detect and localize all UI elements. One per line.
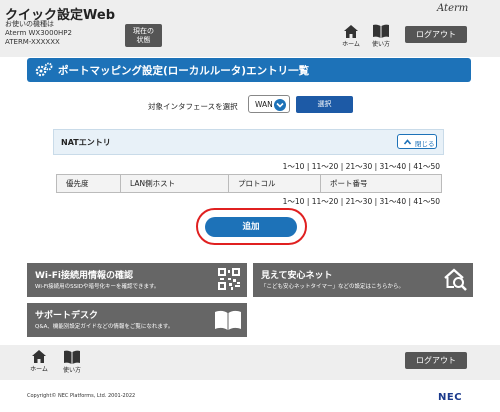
safety-net-card[interactable]: 見えて安心ネット 「こども安心ネットタイマー」などの設定はこちらから。	[253, 263, 473, 297]
pager-separator: |	[304, 197, 312, 206]
page-title: ポートマッピング設定(ローカルルータ)エントリ一覧	[58, 65, 310, 77]
wifi-card-title: Wi-Fi接続用情報の確認	[35, 271, 133, 281]
collapse-button[interactable]: 閉じる	[397, 134, 437, 149]
logout-button[interactable]: ログアウト	[405, 26, 467, 43]
nec-logo: NEC	[438, 392, 463, 403]
interface-select[interactable]: WAN	[248, 95, 290, 113]
home-icon	[344, 25, 358, 38]
collapse-label: 閉じる	[415, 140, 435, 148]
add-button[interactable]: 追加	[205, 217, 297, 237]
device-label: お使いの機種は	[5, 20, 54, 28]
column-lan-host: LAN側ホスト	[120, 174, 229, 193]
wifi-card-subtitle: Wi-Fi接続用のSSIDや暗号化キーを確認できます。	[35, 284, 160, 290]
pager-separator: |	[338, 162, 346, 171]
page-link-31-40[interactable]: 31～40	[380, 197, 407, 206]
footer-nav: ホーム 使い方 ログアウト	[0, 345, 500, 380]
support-card-subtitle: Q&A、機能別設定ガイドなどの情報をご覧になれます。	[35, 324, 174, 330]
table-header-row: 優先度 LAN側ホスト プロトコル ポート番号	[56, 174, 442, 193]
home-nav[interactable]: ホーム	[340, 25, 362, 48]
page-link-1-10[interactable]: 1～10	[283, 197, 305, 206]
gear-icon	[35, 62, 53, 77]
chevron-up-icon	[403, 139, 412, 145]
safety-card-subtitle: 「こども安心ネットタイマー」などの設定はこちらから。	[261, 284, 405, 290]
home-label: ホーム	[342, 41, 360, 48]
wifi-info-card[interactable]: Wi-Fi接続用情報の確認 Wi-Fi接続用のSSIDや暗号化キーを確認できます…	[27, 263, 247, 297]
pager-separator: |	[372, 197, 380, 206]
page-title-bar: ポートマッピング設定(ローカルルータ)エントリ一覧	[27, 58, 471, 82]
footer-help-label: 使い方	[62, 367, 81, 374]
page-link-21-30[interactable]: 21～30	[346, 162, 373, 171]
header: クイック設定Web お使いの機種は Aterm WX3000HP2 ATERM-…	[0, 0, 500, 57]
brand-logo: Aterm	[437, 3, 469, 14]
pager-separator: |	[304, 162, 312, 171]
support-desk-card[interactable]: サポートデスク Q&A、機能別設定ガイドなどの情報をご覧になれます。	[27, 303, 247, 337]
help-nav[interactable]: 使い方	[369, 24, 393, 48]
book-icon	[373, 24, 389, 38]
column-protocol: プロトコル	[228, 174, 321, 193]
page-link-41-50[interactable]: 41～50	[413, 197, 440, 206]
nat-entry-panel: NATエントリ 閉じる	[53, 129, 444, 155]
status-button-line1: 現在の	[133, 27, 154, 35]
status-button-line2: 状態	[136, 36, 151, 44]
pager-separator: |	[372, 162, 380, 171]
help-label: 使い方	[371, 41, 390, 48]
pager-top: 1～10 | 11～20 | 21～30 | 31～40 | 41～50	[283, 161, 440, 172]
interface-select-button[interactable]: 選択	[296, 96, 353, 113]
footer-home-nav[interactable]: ホーム	[28, 350, 50, 373]
page-link-11-20[interactable]: 11～20	[312, 197, 339, 206]
page-link-21-30[interactable]: 21～30	[346, 197, 373, 206]
interface-select-value: WAN	[255, 100, 273, 109]
footer-logout-button[interactable]: ログアウト	[405, 352, 467, 369]
safety-card-title: 見えて安心ネット	[261, 271, 333, 281]
house-search-icon	[444, 268, 467, 291]
open-book-icon	[215, 310, 241, 330]
page-link-1-10[interactable]: 1～10	[283, 162, 305, 171]
copyright: Copyright© NEC Platforms, Ltd. 2001-2022	[27, 393, 136, 399]
column-port-number: ポート番号	[320, 174, 442, 193]
nat-entry-title: NATエントリ	[61, 138, 111, 147]
pager-bottom: 1～10 | 11～20 | 21～30 | 31～40 | 41～50	[283, 196, 440, 207]
current-status-button[interactable]: 現在の 状態	[125, 24, 162, 47]
page-link-31-40[interactable]: 31～40	[380, 162, 407, 171]
qr-code-icon	[218, 268, 240, 290]
interface-label: 対象インタフェースを選択	[148, 102, 238, 111]
pager-separator: |	[338, 197, 346, 206]
page-link-11-20[interactable]: 11～20	[312, 162, 339, 171]
device-name: ATERM-XXXXXX	[5, 38, 60, 46]
book-icon	[64, 350, 80, 364]
support-card-title: サポートデスク	[35, 311, 99, 321]
chevron-down-icon	[274, 99, 286, 111]
home-icon	[32, 350, 46, 363]
footer-help-nav[interactable]: 使い方	[60, 350, 84, 374]
column-priority: 優先度	[56, 174, 121, 193]
footer-home-label: ホーム	[30, 366, 48, 373]
device-model: Aterm WX3000HP2	[5, 29, 72, 37]
page-link-41-50[interactable]: 41～50	[413, 162, 440, 171]
nat-table: 優先度 LAN側ホスト プロトコル ポート番号	[56, 174, 442, 193]
